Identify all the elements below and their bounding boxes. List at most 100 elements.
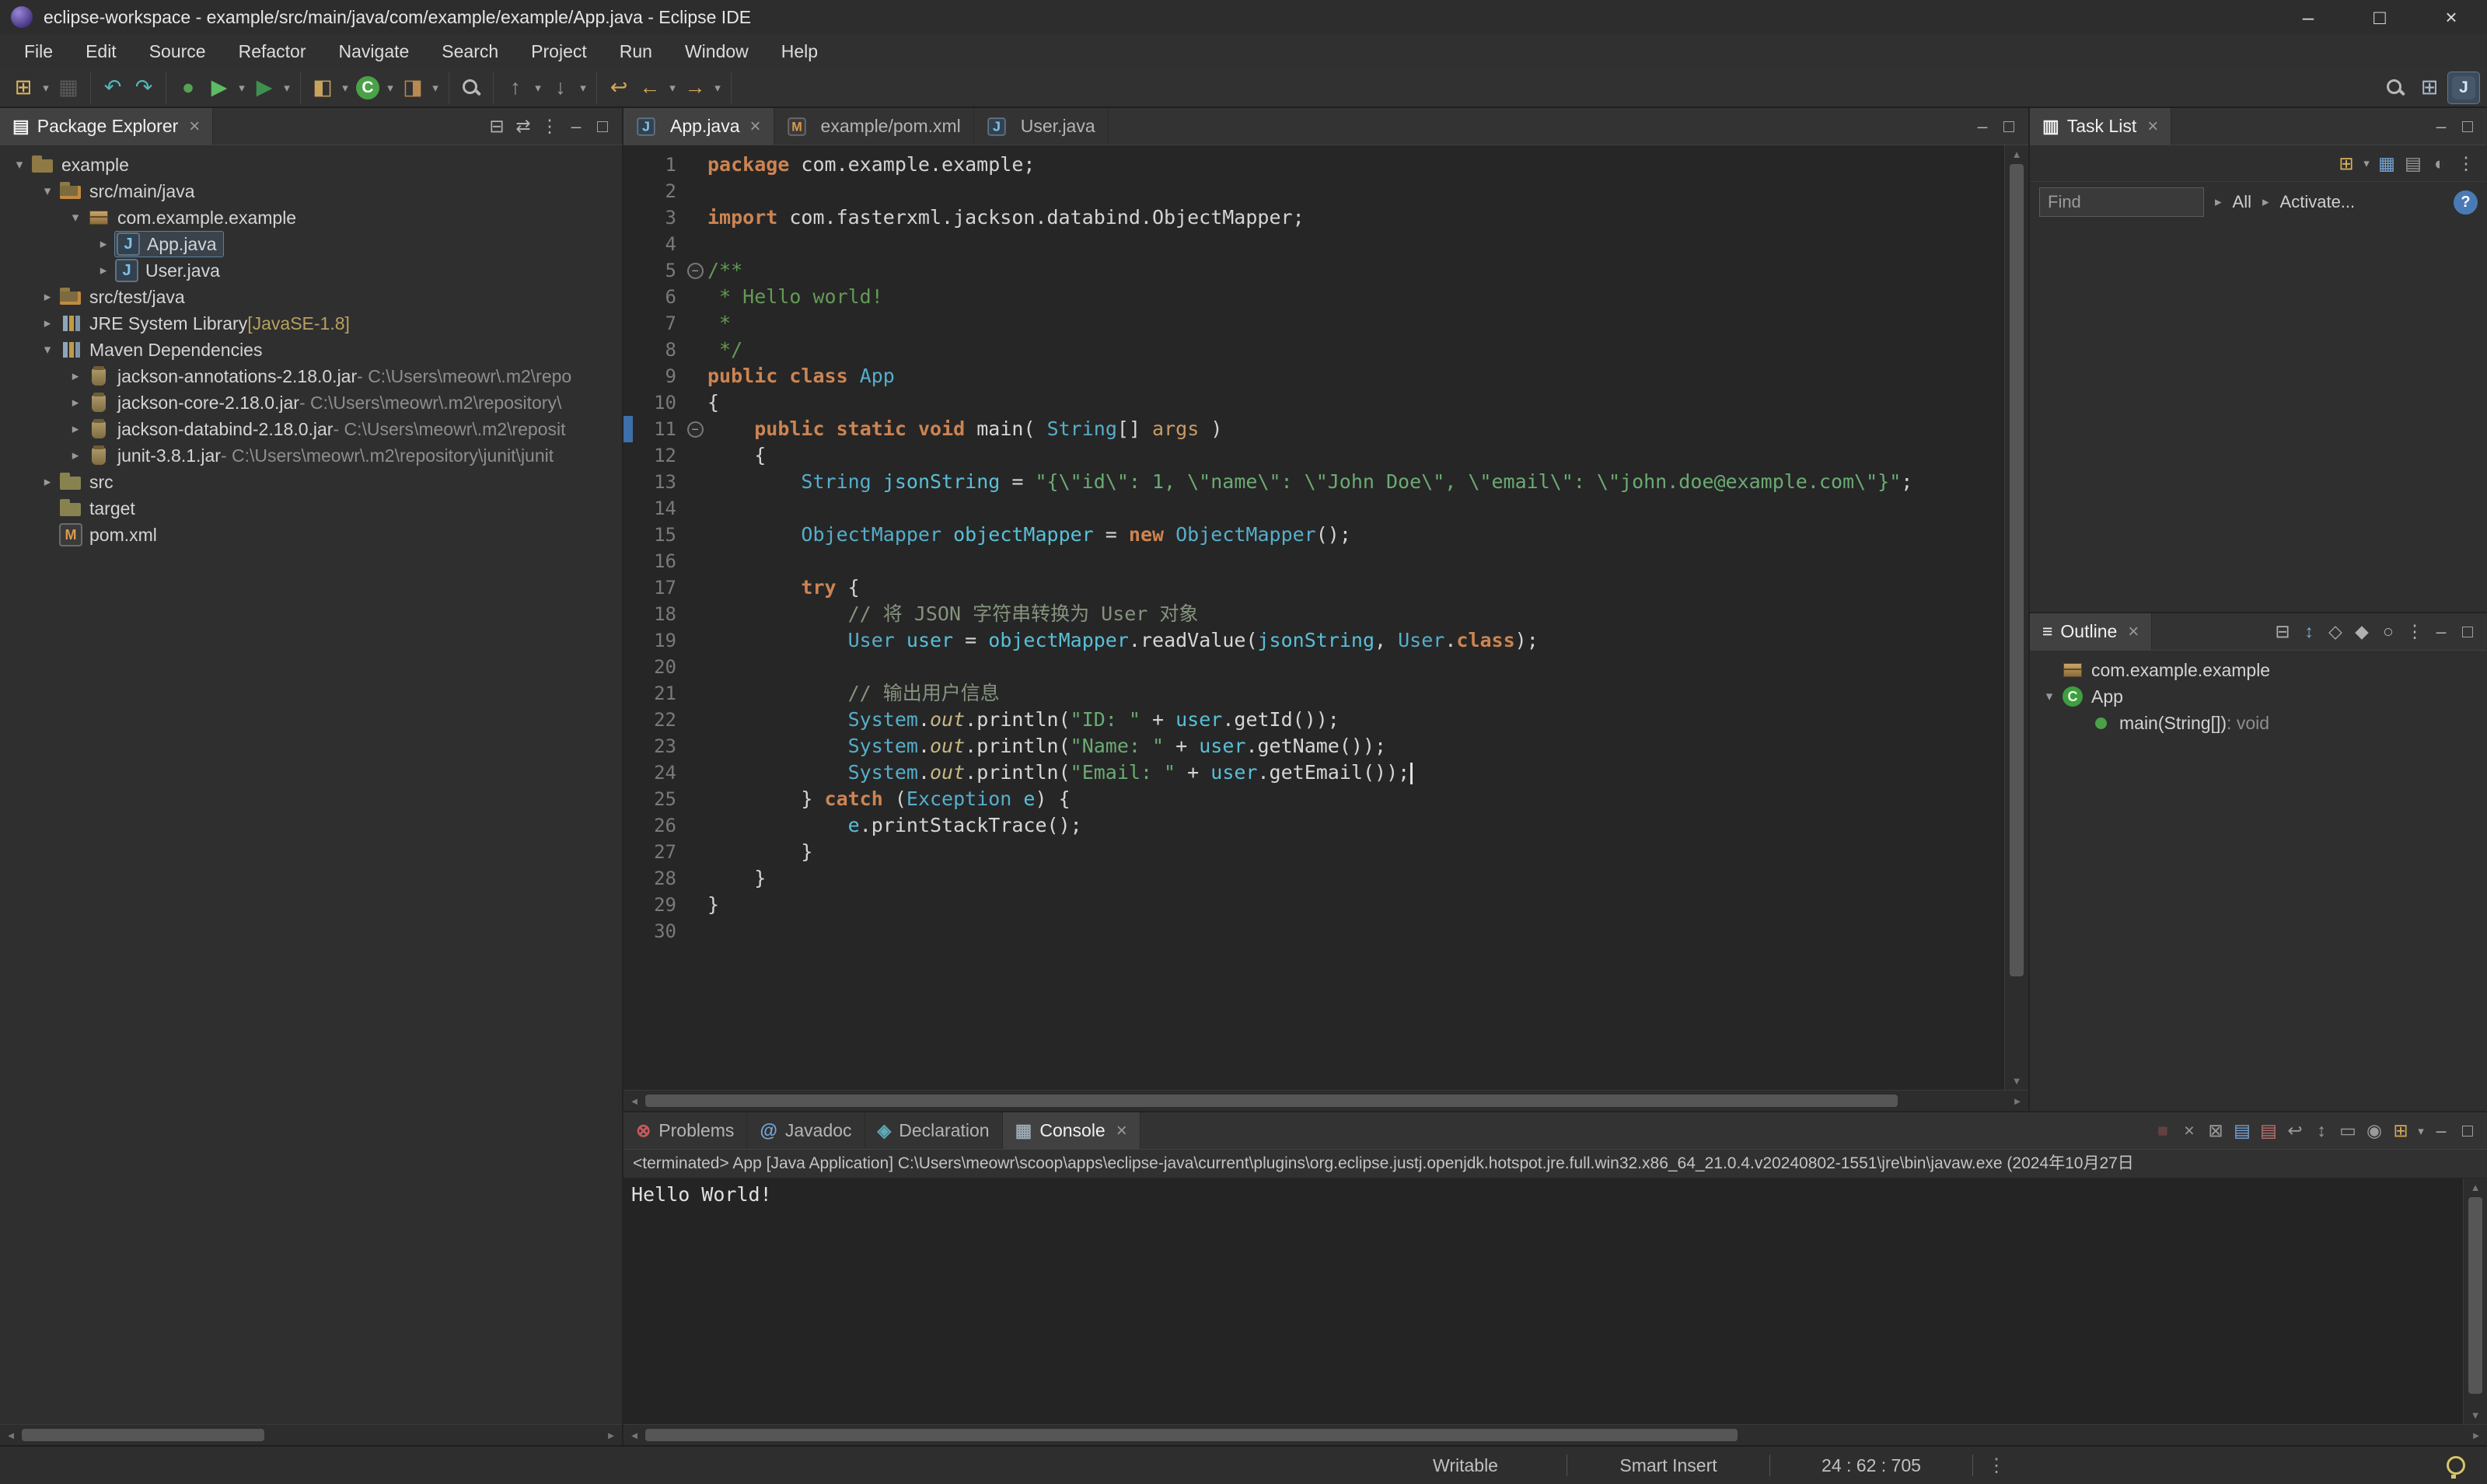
new-java-project-icon[interactable]: ◧ [307,72,338,103]
tree-item-jackson-annotations-2-18-0-jar[interactable]: ▸ jackson-annotations-2.18.0.jar - C:\Use… [0,363,622,389]
close-icon[interactable]: × [750,116,761,138]
menu-run[interactable]: Run [603,41,669,62]
hide-static-members-icon[interactable]: ◆ [2349,618,2375,646]
new-package-icon[interactable]: ◨ [397,72,428,103]
terminate-icon[interactable]: ■ [2150,1117,2176,1145]
tree-item-example[interactable]: ▾ example [0,152,622,178]
new-task-icon[interactable]: ⊞ [2333,149,2360,177]
minimize-icon[interactable]: – [1969,113,1996,141]
scroll-left-icon[interactable]: ◄ [623,1095,645,1107]
code-text[interactable]: { [707,389,2004,416]
search-icon[interactable] [456,72,487,103]
tab-package-explorer[interactable]: ▤ Package Explorer × [0,108,214,145]
menu-help[interactable]: Help [765,41,834,62]
menu-edit[interactable]: Edit [69,41,133,62]
new-task-dropdown-icon[interactable]: ▾ [2360,156,2373,170]
remove-launch-icon[interactable]: × [2176,1117,2202,1145]
link-with-editor-icon[interactable]: ⇄ [510,113,536,141]
close-icon[interactable]: × [1116,1120,1127,1142]
forward-dropdown-icon[interactable]: ▾ [711,81,725,95]
tree-item-jre-system-library[interactable]: ▸ JRE System Library [JavaSE-1.8] [0,310,622,337]
scroll-left-icon[interactable]: ◄ [623,1430,645,1441]
code-text[interactable]: import com.fasterxml.jackson.databind.Ob… [707,204,2004,231]
chevron-collapsed-icon[interactable]: ▸ [64,395,87,410]
tab-declaration[interactable]: ◈ Declaration [865,1112,1003,1149]
menu-refactor[interactable]: Refactor [222,41,323,62]
previous-annotation-icon[interactable]: ↑ [500,72,531,103]
debug-icon[interactable]: ● [173,72,204,103]
code-text[interactable]: // 输出用户信息 [707,680,2004,707]
scroll-right-icon[interactable]: ► [600,1430,622,1441]
console-output[interactable]: Hello World! [623,1178,2463,1424]
tab-outline[interactable]: ≡ Outline × [2030,613,2153,650]
notification-bulb-icon[interactable] [2447,1456,2465,1479]
maximize-icon[interactable]: □ [2454,1117,2481,1145]
show-stderr-icon[interactable]: ▤ [2255,1117,2282,1145]
close-icon[interactable]: × [2147,116,2158,138]
code-text[interactable]: * [707,310,2004,337]
forward-icon[interactable]: → [679,72,711,103]
code-text[interactable]: * Hello world! [707,284,2004,310]
menu-navigate[interactable]: Navigate [323,41,426,62]
close-icon[interactable]: × [189,116,200,138]
open-console-dropdown-icon[interactable]: ▾ [2414,1124,2428,1138]
chevron-expanded-icon[interactable]: ▾ [8,157,31,173]
close-icon[interactable]: × [2128,621,2139,643]
menu-file[interactable]: File [8,41,69,62]
code-text[interactable]: } [707,839,2004,865]
new-class-icon[interactable]: C [352,72,383,103]
tree-item-src-main-java[interactable]: ▾ src/main/java [0,178,622,204]
scrollbar-thumb[interactable] [645,1095,1898,1107]
code-area[interactable]: 1 package com.example.example; 2 3 import co… [623,145,2004,1090]
view-menu-icon[interactable]: ⋮ [2453,149,2479,177]
remove-all-launches-icon[interactable]: ⊠ [2202,1117,2229,1145]
new-class-dropdown-icon[interactable]: ▾ [383,81,397,95]
chevron-expanded-icon[interactable]: ▾ [36,183,59,199]
clear-console-icon[interactable]: ▭ [2335,1117,2361,1145]
new-package-dropdown-icon[interactable]: ▾ [428,81,442,95]
pin-console-icon[interactable]: ◉ [2361,1117,2387,1145]
external-tools-icon[interactable]: ▶ [249,72,280,103]
chevron-collapsed-icon[interactable]: ▸ [64,448,87,463]
chevron-collapsed-icon[interactable]: ▸ [92,263,115,278]
chevron-collapsed-icon[interactable]: ▸ [64,421,87,437]
filter-completed-icon[interactable]: ◐ [2426,149,2453,177]
maximize-icon[interactable]: □ [2454,618,2481,646]
code-text[interactable]: public static void main( String[] args ) [707,416,2004,442]
code-text[interactable]: } [707,892,2004,918]
external-tools-dropdown-icon[interactable]: ▾ [280,81,294,95]
close-button[interactable]: × [2415,0,2487,34]
code-text[interactable]: String jsonString = "{\"id\": 1, \"name\… [707,469,2004,495]
editor-vscrollbar[interactable] [2004,145,2028,1090]
view-menu-icon[interactable]: ⋮ [536,113,563,141]
tree-item-com-example-example[interactable]: com.example.example [2030,657,2487,683]
undo-icon[interactable]: ↶ [97,72,128,103]
maximize-icon[interactable]: □ [1996,113,2022,141]
minimize-icon[interactable]: – [2428,618,2454,646]
sort-icon[interactable]: ↕ [2296,618,2322,646]
view-menu-icon[interactable]: ⋮ [2401,618,2428,646]
back-dropdown-icon[interactable]: ▾ [665,81,679,95]
chevron-expanded-icon[interactable]: ▾ [2038,689,2061,704]
tree-item-pom-xml[interactable]: pom.xml [0,522,622,548]
collapse-all-icon[interactable]: ⊟ [484,113,510,141]
tab-javadoc[interactable]: @ Javadoc [747,1112,865,1149]
scroll-left-icon[interactable]: ◄ [0,1430,22,1441]
maximize-icon[interactable]: □ [2454,113,2481,141]
help-icon[interactable]: ? [2454,190,2478,215]
fold-marker-icon[interactable]: − [683,421,707,438]
hide-fields-icon[interactable]: ◇ [2322,618,2349,646]
tree-item-src[interactable]: ▸ src [0,469,622,495]
console-vscrollbar[interactable] [2463,1178,2487,1424]
code-text[interactable]: public class App [707,363,2004,389]
menu-source[interactable]: Source [133,41,222,62]
redo-icon[interactable]: ↷ [128,72,159,103]
quick-access-search-icon[interactable] [2380,72,2411,103]
chevron-expanded-icon[interactable]: ▾ [36,342,59,358]
code-text[interactable]: System.out.println("Email: " + user.getE… [707,759,2004,786]
all-filter-link[interactable]: All [2233,192,2251,212]
code-text[interactable]: try { [707,574,2004,601]
menu-window[interactable]: Window [669,41,765,62]
new-java-project-dropdown-icon[interactable]: ▾ [338,81,352,95]
save-icon[interactable]: ▦ [53,72,84,103]
